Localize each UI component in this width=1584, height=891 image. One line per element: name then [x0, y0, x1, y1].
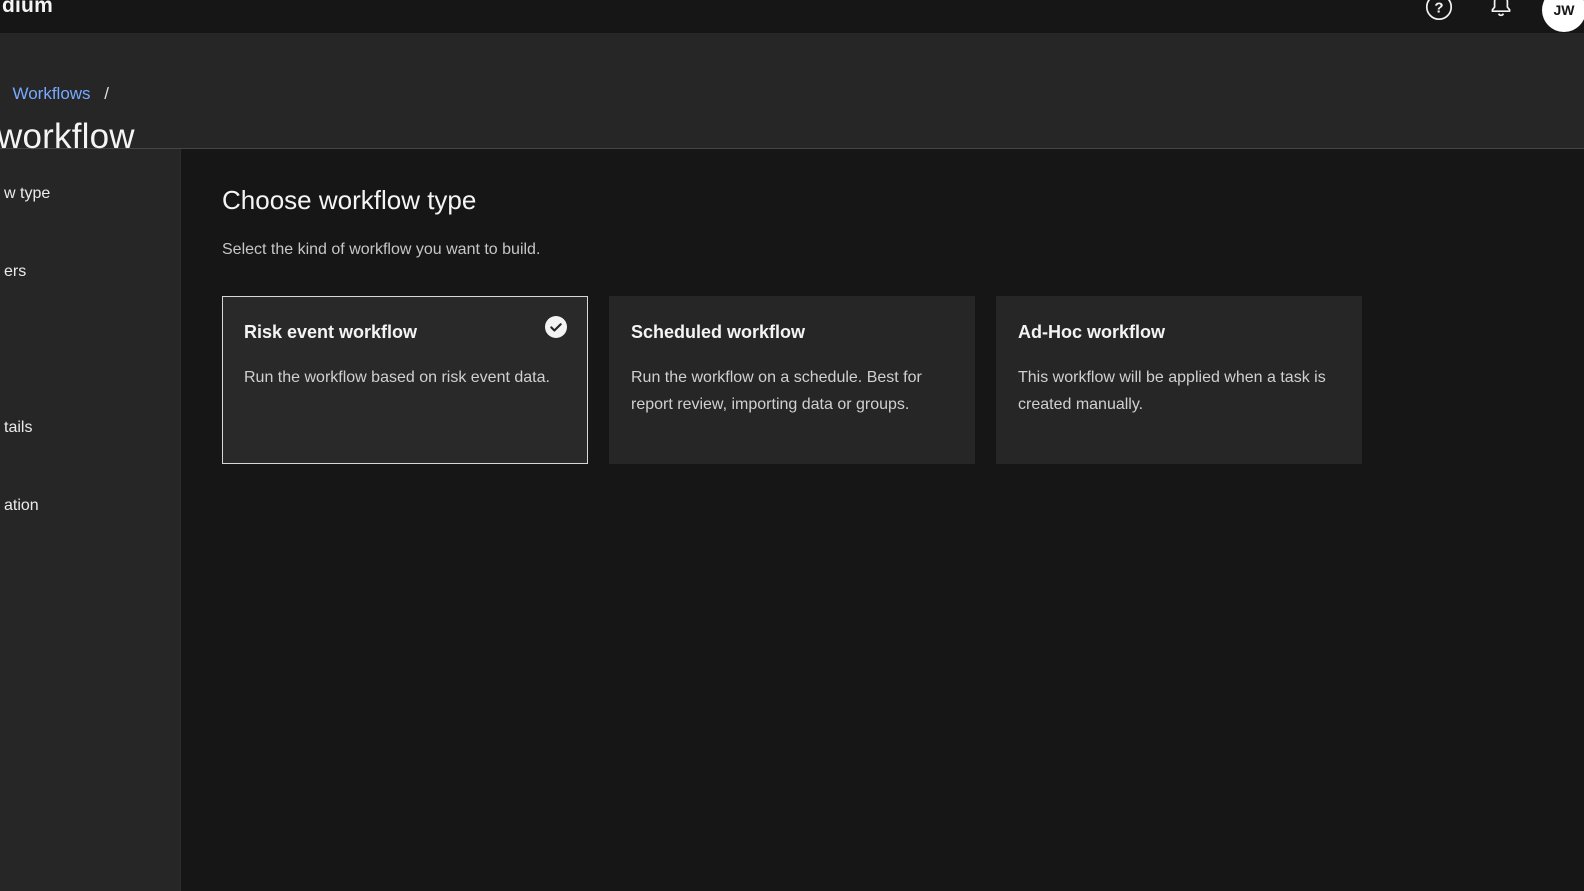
page-header: / Workflows / workflow — [0, 33, 1584, 149]
workflow-type-cards: Risk event workflow Run the workflow bas… — [222, 296, 1362, 464]
card-risk-event-workflow[interactable]: Risk event workflow Run the workflow bas… — [222, 296, 588, 464]
selected-check-icon — [545, 316, 567, 338]
progress-sidebar: w type ers tails ation — [0, 149, 181, 891]
main-content: Choose workflow type Select the kind of … — [181, 149, 1584, 891]
app-window: dium ? JW / Workflows / workflow w type — [0, 0, 1584, 891]
card-description: This workflow will be applied when a tas… — [1018, 364, 1336, 418]
sidebar-step-2[interactable]: ers — [4, 263, 26, 281]
sidebar-step-4[interactable]: ation — [4, 497, 39, 515]
breadcrumb-separator: / — [104, 84, 109, 103]
section-heading: Choose workflow type — [222, 185, 476, 216]
notifications-button[interactable] — [1487, 0, 1515, 19]
sidebar-step-details[interactable]: tails — [4, 419, 32, 437]
card-title: Scheduled workflow — [631, 322, 949, 343]
top-bar: dium ? JW — [0, 0, 1584, 33]
help-icon: ? — [1425, 0, 1453, 21]
sidebar-step-workflow-type[interactable]: w type — [4, 185, 50, 203]
card-title: Risk event workflow — [244, 322, 562, 343]
bell-icon — [1487, 0, 1515, 19]
svg-text:?: ? — [1434, 0, 1443, 17]
card-title: Ad-Hoc workflow — [1018, 322, 1336, 343]
breadcrumb: / Workflows / — [0, 84, 109, 104]
breadcrumb-link-workflows[interactable]: Workflows — [12, 84, 90, 103]
card-description: Run the workflow based on risk event dat… — [244, 364, 562, 391]
card-scheduled-workflow[interactable]: Scheduled workflow Run the workflow on a… — [609, 296, 975, 464]
help-button[interactable]: ? — [1425, 0, 1453, 21]
card-ad-hoc-workflow[interactable]: Ad-Hoc workflow This workflow will be ap… — [996, 296, 1362, 464]
avatar[interactable]: JW — [1542, 0, 1584, 32]
brand-fragment[interactable]: dium — [2, 0, 53, 18]
section-subheading: Select the kind of workflow you want to … — [222, 241, 540, 259]
card-description: Run the workflow on a schedule. Best for… — [631, 364, 949, 418]
avatar-initials: JW — [1554, 2, 1575, 18]
